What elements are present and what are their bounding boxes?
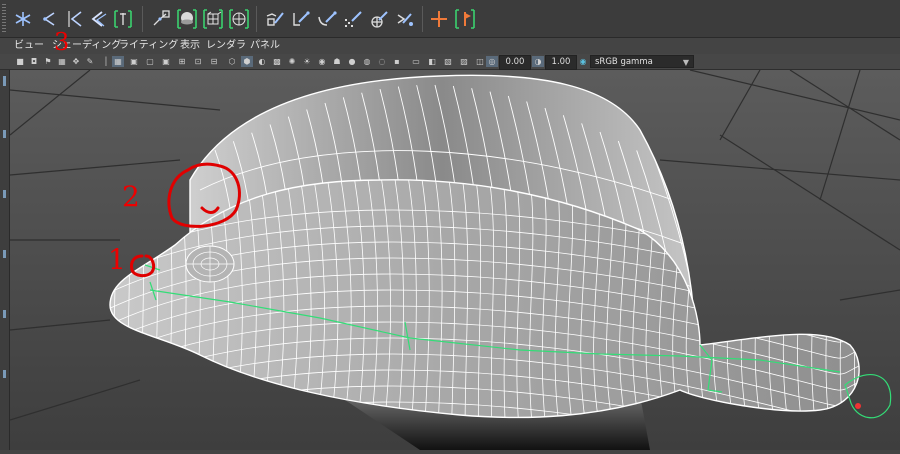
joint-tool-icon [15,12,31,26]
shelf-separator [256,6,257,32]
bind-skin-icon [153,10,170,26]
viewport-canvas[interactable] [10,70,900,450]
shelf-tool-paint-weights[interactable] [262,5,288,33]
menu-view[interactable]: ビュー [14,39,44,53]
end-joint [855,403,861,409]
fish-eye [185,245,235,283]
shelf-separator [142,6,143,32]
xray-icon[interactable]: ▪ [391,56,403,67]
color-management-icon[interactable]: ◉ [577,56,589,67]
gamma-field[interactable]: 1.00 [545,55,577,70]
left-side-strip [0,70,10,450]
annotation-number-1: 1 [108,243,126,276]
camera-attributes-icon[interactable]: ◘ [28,56,40,67]
default-material-icon[interactable]: ◐ [256,56,268,67]
motion-blur-icon[interactable]: ● [346,56,358,67]
safe-title-icon[interactable]: ⊟ [208,56,220,67]
shelf-tool-smooth-bind[interactable] [174,5,200,33]
textured-icon[interactable]: ▩ [271,56,283,67]
shelf-tool-skin-edit[interactable] [288,5,314,33]
exposure-field[interactable]: 0.00 [499,55,531,70]
wireframe-icon[interactable]: ⬡ [226,56,238,67]
hud-icon[interactable]: ◫ [474,56,486,67]
shelf-tool-orient-constraint[interactable] [392,5,418,33]
control-icon [455,9,475,29]
shelf-tool-bind-skin[interactable] [148,5,174,33]
gate-mask-icon[interactable]: ▣ [160,56,172,67]
ambient-occlusion-icon[interactable]: ◉ [316,56,328,67]
shelf-tool-lattice[interactable] [200,5,226,33]
smooth-bind-icon [177,9,197,29]
xray-joints-icon[interactable]: ▭ [410,56,422,67]
chevron-down-icon: ▼ [682,58,689,67]
menu-renderer[interactable]: レンダラ [206,39,246,53]
shelf-tool-constraint[interactable] [314,5,340,33]
view-transform-dropdown[interactable]: sRGB gamma ▼ [590,55,694,68]
resolution-gate-icon[interactable]: ▢ [144,56,156,67]
orient-constraint-icon [397,13,413,26]
rigging-shelf [0,0,900,38]
two-d-pan-icon[interactable]: ✥ [70,56,82,67]
shelf-grip[interactable] [2,4,6,34]
paint-weights-icon [266,12,284,26]
lattice-icon [203,9,223,29]
bookmark-icon[interactable]: ⚑ [42,56,54,67]
shelf-tool-control[interactable] [452,5,478,33]
shelf-tool-aim-constraint[interactable] [366,5,392,33]
perspective-viewport[interactable] [10,70,900,450]
shelf-tool-ik-handle[interactable] [110,5,136,33]
image-plane-icon[interactable]: ▦ [56,56,68,67]
shelf-tool-locator[interactable] [426,5,452,33]
two-sided-icon[interactable]: ▨ [458,56,470,67]
anti-aliasing-icon[interactable]: ◍ [361,56,373,67]
cluster-icon [229,9,249,29]
annotation-number-3: 3 [54,28,70,56]
panel-menu-bar: ビュー シェーディング ライティング 表示 レンダラ パネル [0,38,900,54]
skin-edit-icon [293,11,310,26]
panel-toolbar: ■ ◘ ⚑ ▦ ✥ ✎ │ ▦ ▣ ▢ ▣ ⊞ ⊡ ⊟ ⬡ ⬢ ◐ ▩ ✺ ☀ … [0,54,900,70]
strip-markers [3,76,6,378]
menu-show[interactable]: 表示 [180,39,200,53]
separator-icon: │ [103,57,109,66]
ik-handle-icon [114,10,132,28]
menu-lighting[interactable]: ライティング [119,39,178,53]
shelf-tool-joint[interactable] [10,5,36,33]
annotation-number-2: 2 [122,180,140,213]
aim-constraint-icon [371,11,388,28]
shadows-icon[interactable]: ☀ [301,56,313,67]
backface-icon[interactable]: ▧ [442,56,454,67]
safe-action-icon[interactable]: ⊡ [192,56,204,67]
depth-of-field-icon[interactable]: ◌ [376,56,388,67]
isolate-icon[interactable]: ☗ [331,56,343,67]
grease-pencil-icon[interactable]: ✎ [84,56,96,67]
grid-icon[interactable]: ▦ [112,56,124,67]
exposure-icon[interactable]: ◎ [486,56,498,67]
xray-active-icon[interactable]: ◧ [426,56,438,67]
smooth-shade-icon[interactable]: ⬢ [241,56,253,67]
reroot-skeleton-icon [91,11,107,27]
shelf-separator [422,6,423,32]
select-camera-icon[interactable]: ■ [14,56,26,67]
field-chart-icon[interactable]: ⊞ [176,56,188,67]
shelf-tool-reroot-skeleton[interactable] [84,5,110,33]
view-transform-value: sRGB gamma [595,57,653,67]
film-gate-icon[interactable]: ▣ [128,56,140,67]
parent-constraint-icon [345,11,362,27]
menu-panels[interactable]: パネル [250,39,280,53]
shelf-tool-parent-constraint[interactable] [340,5,366,33]
constraint-icon [318,11,337,26]
gamma-icon[interactable]: ◑ [532,56,544,67]
shelf-tool-cluster[interactable] [226,5,252,33]
lights-icon[interactable]: ✺ [286,56,298,67]
locator-icon [431,11,447,27]
